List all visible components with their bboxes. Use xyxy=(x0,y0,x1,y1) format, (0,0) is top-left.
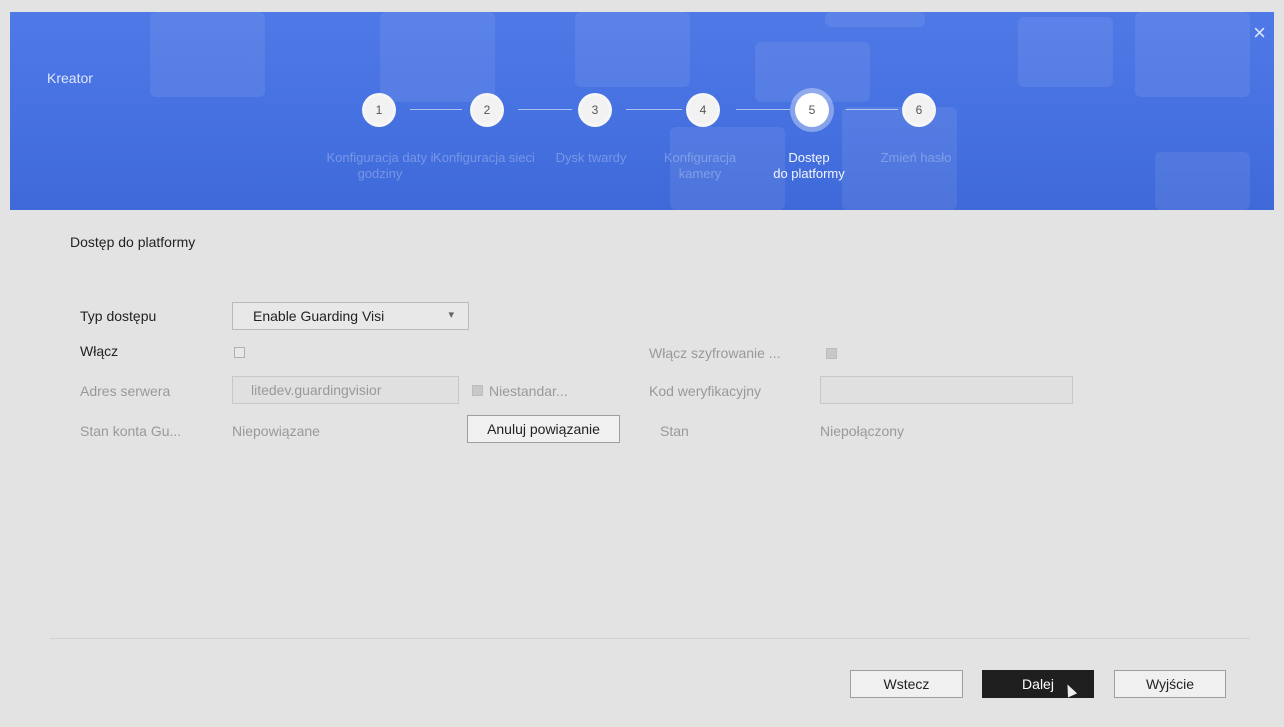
step-3-circle: 3 xyxy=(578,93,612,127)
step-2-label: Konfiguracja sieci xyxy=(433,150,535,165)
step-indicator: 1 2 3 4 5 6 Konfiguracja daty i godziny … xyxy=(10,12,1274,210)
step-connector xyxy=(626,109,682,110)
verification-code-input[interactable] xyxy=(820,376,1073,404)
server-address-label: Adres serwera xyxy=(80,383,171,399)
step-4-circle: 4 xyxy=(686,93,720,127)
custom-checkbox[interactable] xyxy=(472,385,483,396)
step-5-label: Dostęp do platformy xyxy=(755,150,863,182)
unbind-button[interactable]: Anuluj powiązanie xyxy=(467,415,620,443)
step-connector xyxy=(846,109,898,110)
chevron-down-icon: ▾ xyxy=(448,309,454,321)
section-title: Dostęp do platformy xyxy=(70,234,196,250)
next-button[interactable]: Dalej xyxy=(982,670,1094,698)
enable-checkbox[interactable] xyxy=(234,347,245,358)
step-4-label: Konfiguracja kamery xyxy=(663,150,737,181)
back-button[interactable]: Wstecz xyxy=(850,670,963,698)
server-address-input[interactable]: litedev.guardingvisior xyxy=(232,376,459,404)
step-connector xyxy=(410,109,462,110)
encryption-label: Włącz szyfrowanie ... xyxy=(649,345,781,361)
step-5-label-line2: do platformy xyxy=(773,166,845,181)
connection-status-value: Niepołączony xyxy=(820,423,905,439)
encryption-checkbox[interactable] xyxy=(826,348,837,359)
wizard-header: Kreator × 1 2 3 4 5 6 Konfiguracja daty … xyxy=(10,12,1274,210)
step-6-label: Zmień hasło xyxy=(880,150,952,165)
step-3-label: Dysk twardy xyxy=(555,150,627,165)
exit-button[interactable]: Wyjście xyxy=(1114,670,1226,698)
wizard-dialog: Kreator × 1 2 3 4 5 6 Konfiguracja daty … xyxy=(10,12,1274,727)
enable-label: Włącz xyxy=(80,343,119,359)
account-status-value: Niepowiązane xyxy=(232,423,320,439)
step-1-label: Konfiguracja daty i godziny xyxy=(326,150,434,181)
step-6-circle: 6 xyxy=(902,93,936,127)
step-1-circle: 1 xyxy=(362,93,396,127)
step-5-label-line1: Dostęp xyxy=(788,150,830,165)
access-type-value: Enable Guarding Visi xyxy=(253,308,385,324)
custom-label: Niestandar... xyxy=(489,383,568,399)
step-connector xyxy=(518,109,572,110)
account-status-label: Stan konta Gu... xyxy=(80,423,182,439)
footer-divider xyxy=(50,638,1250,639)
step-connector xyxy=(736,109,790,110)
verification-code-label: Kod weryfikacyjny xyxy=(649,383,762,399)
step-2-circle: 2 xyxy=(470,93,504,127)
access-type-label: Typ dostępu xyxy=(80,308,157,324)
access-type-select[interactable]: Enable Guarding Visi ▾ xyxy=(232,302,469,330)
connection-status-label: Stan xyxy=(660,423,689,439)
step-5-circle: 5 xyxy=(795,93,829,127)
screen: Kreator × 1 2 3 4 5 6 Konfiguracja daty … xyxy=(0,0,1284,727)
